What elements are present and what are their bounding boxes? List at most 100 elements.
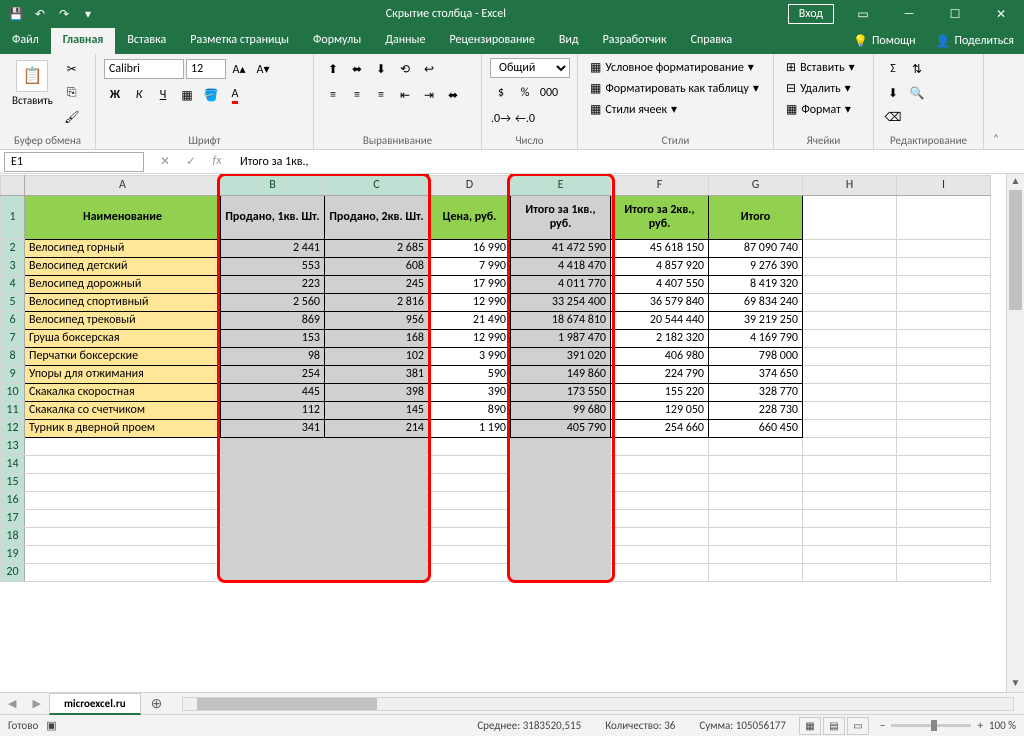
sheet-nav-prev-icon[interactable]: ◀ xyxy=(0,697,24,710)
cancel-formula-icon[interactable]: ✕ xyxy=(156,154,174,169)
table-cell[interactable]: 2 441 xyxy=(221,239,325,257)
table-cell[interactable]: Упоры для отжимания xyxy=(25,365,221,383)
sort-filter-icon[interactable]: ⇅ xyxy=(906,58,928,80)
row-header-8[interactable]: 8 xyxy=(1,347,25,365)
column-header-B[interactable]: B xyxy=(221,175,325,195)
row-header-13[interactable]: 13 xyxy=(1,437,25,455)
tab-данные[interactable]: Данные xyxy=(373,28,437,54)
row-header-18[interactable]: 18 xyxy=(1,527,25,545)
tab-главная[interactable]: Главная xyxy=(51,28,116,54)
increase-indent-icon[interactable]: ⇥ xyxy=(418,84,440,106)
table-cell[interactable]: Груша боксерская xyxy=(25,329,221,347)
empty-cell[interactable] xyxy=(803,455,897,473)
table-cell[interactable]: 223 xyxy=(221,275,325,293)
paste-button[interactable]: 📋 Вставить xyxy=(8,58,57,109)
table-cell[interactable]: 608 xyxy=(325,257,429,275)
maximize-icon[interactable]: ☐ xyxy=(932,0,978,28)
empty-cell[interactable] xyxy=(429,545,511,563)
empty-cell[interactable] xyxy=(709,473,803,491)
table-cell[interactable]: 228 730 xyxy=(709,401,803,419)
row-header-3[interactable]: 3 xyxy=(1,257,25,275)
table-cell[interactable]: 3 990 xyxy=(429,347,511,365)
empty-cell[interactable] xyxy=(221,491,325,509)
table-cell[interactable]: 153 xyxy=(221,329,325,347)
align-top-icon[interactable]: ⬆ xyxy=(322,58,344,80)
empty-cell[interactable] xyxy=(221,437,325,455)
table-cell[interactable]: 4 857 920 xyxy=(611,257,709,275)
empty-cell[interactable] xyxy=(325,509,429,527)
formula-bar[interactable]: Итого за 1кв., xyxy=(234,153,1024,171)
table-cell[interactable]: 869 xyxy=(221,311,325,329)
empty-cell[interactable] xyxy=(511,473,611,491)
format-as-table-button[interactable]: ▦ Форматировать как таблицу ▾ xyxy=(586,79,763,98)
empty-cell[interactable] xyxy=(325,491,429,509)
find-icon[interactable]: 🔍 xyxy=(906,82,928,104)
table-cell[interactable]: 4 407 550 xyxy=(611,275,709,293)
empty-cell[interactable] xyxy=(611,455,709,473)
empty-cell[interactable] xyxy=(221,545,325,563)
sheet-tab[interactable]: microexcel.ru xyxy=(49,693,141,715)
table-cell[interactable]: Велосипед дорожный xyxy=(25,275,221,293)
table-cell[interactable]: 155 220 xyxy=(611,383,709,401)
row-header-10[interactable]: 10 xyxy=(1,383,25,401)
signin-button[interactable]: Вход xyxy=(788,4,834,24)
empty-cell[interactable] xyxy=(25,473,221,491)
empty-cell[interactable] xyxy=(611,545,709,563)
table-cell[interactable]: 129 050 xyxy=(611,401,709,419)
empty-cell[interactable] xyxy=(511,527,611,545)
empty-cell[interactable] xyxy=(325,437,429,455)
table-cell[interactable]: 445 xyxy=(221,383,325,401)
header-cell[interactable]: Итого xyxy=(709,195,803,239)
table-cell[interactable]: Велосипед горный xyxy=(25,239,221,257)
autosum-icon[interactable]: Σ xyxy=(882,58,904,80)
wrap-text-icon[interactable]: ↩ xyxy=(418,58,440,80)
empty-cell[interactable] xyxy=(429,509,511,527)
tab-рецензирование[interactable]: Рецензирование xyxy=(438,28,547,54)
column-header-C[interactable]: C xyxy=(325,175,429,195)
normal-view-icon[interactable]: ▦ xyxy=(799,717,821,735)
table-cell[interactable]: Перчатки боксерские xyxy=(25,347,221,365)
header-cell[interactable]: Продано, 2кв. Шт. xyxy=(325,195,429,239)
empty-cell[interactable] xyxy=(221,455,325,473)
row-header-2[interactable]: 2 xyxy=(1,239,25,257)
table-cell[interactable]: 2 182 320 xyxy=(611,329,709,347)
delete-cells-button[interactable]: ⊟ Удалить ▾ xyxy=(782,79,855,98)
empty-cell[interactable] xyxy=(709,563,803,581)
table-cell[interactable]: 98 xyxy=(221,347,325,365)
table-cell[interactable]: 18 674 810 xyxy=(511,311,611,329)
font-size-input[interactable] xyxy=(186,59,226,79)
row-header-7[interactable]: 7 xyxy=(1,329,25,347)
empty-cell[interactable] xyxy=(325,545,429,563)
qat-dropdown-icon[interactable]: ▾ xyxy=(80,6,96,22)
horizontal-scrollbar[interactable] xyxy=(182,697,1014,711)
table-cell[interactable]: 590 xyxy=(429,365,511,383)
header-cell[interactable]: Наименование xyxy=(25,195,221,239)
table-cell[interactable]: 1 190 xyxy=(429,419,511,437)
table-cell[interactable]: 381 xyxy=(325,365,429,383)
table-cell[interactable]: 41 472 590 xyxy=(511,239,611,257)
table-cell[interactable]: 145 xyxy=(325,401,429,419)
table-cell[interactable]: 12 990 xyxy=(429,293,511,311)
tab-разметка страницы[interactable]: Разметка страницы xyxy=(178,28,301,54)
table-cell[interactable]: 36 579 840 xyxy=(611,293,709,311)
table-cell[interactable]: 890 xyxy=(429,401,511,419)
empty-cell[interactable] xyxy=(511,509,611,527)
table-cell[interactable]: 245 xyxy=(325,275,429,293)
row-header-20[interactable]: 20 xyxy=(1,563,25,581)
table-cell[interactable]: 391 020 xyxy=(511,347,611,365)
table-cell[interactable]: 112 xyxy=(221,401,325,419)
format-cells-button[interactable]: ▦ Формат ▾ xyxy=(782,100,855,119)
empty-cell[interactable] xyxy=(25,545,221,563)
font-name-input[interactable] xyxy=(104,59,184,79)
row-header-9[interactable]: 9 xyxy=(1,365,25,383)
ribbon-options-icon[interactable]: ▭ xyxy=(840,0,886,28)
tab-формулы[interactable]: Формулы xyxy=(301,28,373,54)
empty-cell[interactable] xyxy=(803,527,897,545)
table-cell[interactable]: 69 834 240 xyxy=(709,293,803,311)
table-cell[interactable]: 8 419 320 xyxy=(709,275,803,293)
empty-cell[interactable] xyxy=(221,563,325,581)
empty-cell[interactable] xyxy=(429,473,511,491)
table-cell[interactable]: 406 980 xyxy=(611,347,709,365)
table-cell[interactable]: 660 450 xyxy=(709,419,803,437)
decrease-decimal-icon[interactable]: ←.0 xyxy=(514,108,536,130)
